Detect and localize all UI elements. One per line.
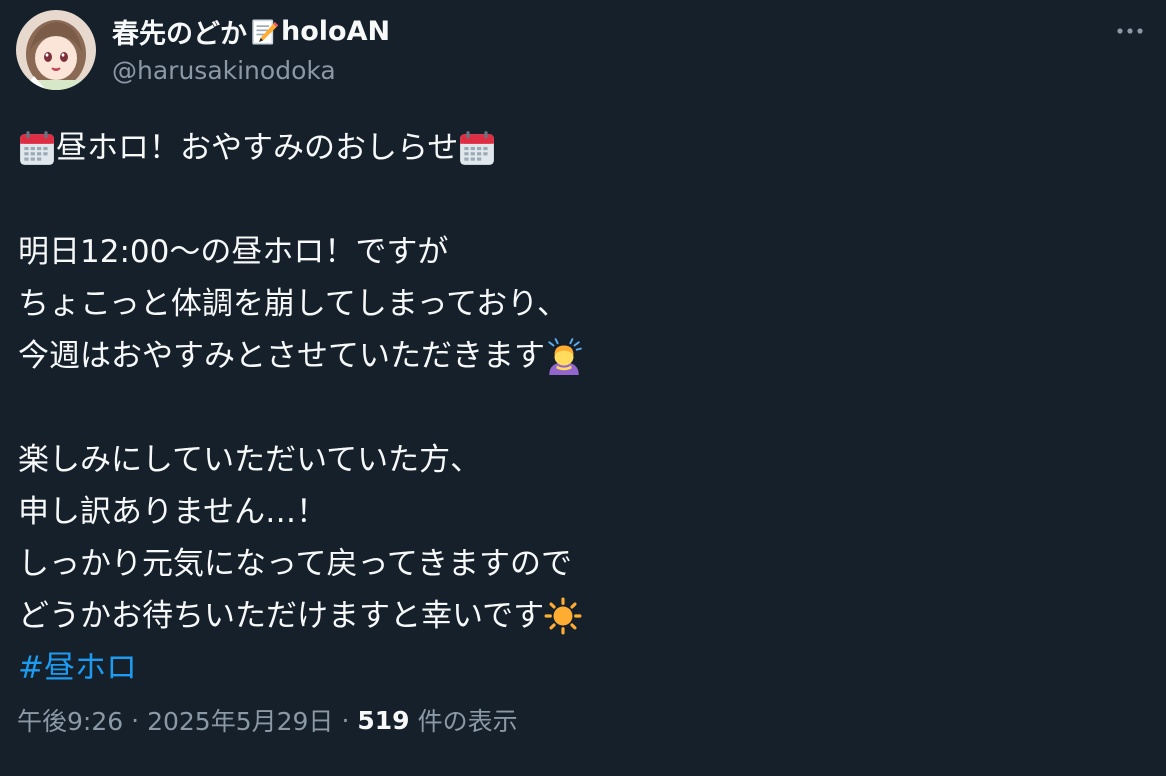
more-icon [1115,21,1145,40]
display-name-text: 春先のどか [112,19,247,50]
tweet-card: 春先のどか holoAN @harusakinodoka 昼ホロ！おやすみのおし… [0,0,1166,776]
avatar[interactable] [16,10,96,90]
memo-icon [249,17,279,47]
bowing-person-icon [545,337,583,375]
tweet-line-text: しっかり元気になって戻ってきますので [18,546,572,582]
tweet-line: しっかり元気になって戻ってきますので [18,538,1138,590]
views-label: 件の表示 [417,707,518,736]
tweet-line-text: 楽しみにしていただいていた方、 [18,442,482,478]
tweet-line: 今週はおやすみとさせていただきます [18,330,1138,382]
meta-separator: · [341,705,350,735]
calendar-icon [18,129,56,167]
meta-separator: · [131,705,140,735]
views-count: 519 [357,705,410,735]
user-handle[interactable]: @harusakinodoka [112,56,336,85]
tweet-text: 昼ホロ！おやすみのおしらせ 明日12:00〜の昼ホロ！ですが ちょこっと体調を崩… [18,122,1138,694]
tweet-date[interactable]: 2025年5月29日 [147,702,333,738]
tweet-line-text: どうかお待ちいただけますと幸いです [18,598,545,634]
tweet-meta: 午後9:26 · 2025年5月29日 · 519 件の表示 [17,702,518,738]
tweet-line: 明日12:00〜の昼ホロ！ですが [18,226,1138,278]
more-button[interactable] [1108,14,1152,46]
hashtag-link[interactable]: #昼ホロ [18,642,137,694]
calendar-icon [458,129,496,167]
tweet-line: 申し訳ありません…！ [18,486,1138,538]
tweet-line: どうかお待ちいただけますと幸いです [18,590,1138,642]
sun-icon [544,597,582,635]
tweet-line-text: 明日12:00〜の昼ホロ！ですが [18,234,449,270]
tweet-line-text: 申し訳ありません…！ [18,494,328,530]
tweet-time[interactable]: 午後9:26 [17,702,123,738]
tweet-line: 昼ホロ！おやすみのおしらせ [18,122,1138,174]
display-name-suffix: holoAN [281,16,391,47]
tweet-line: 楽しみにしていただいていた方、 [18,434,1138,486]
tweet-line-text: ちょこっと体調を崩してしまっており、 [18,286,568,322]
tweet-line: ちょこっと体調を崩してしまっており、 [18,278,1138,330]
tweet-line-text: 今週はおやすみとさせていただきます [18,338,545,374]
tweet-line: #昼ホロ [18,642,1138,694]
tweet-line-text: 昼ホロ！おやすみのおしらせ [56,130,459,166]
display-name[interactable]: 春先のどか holoAN [112,12,390,51]
